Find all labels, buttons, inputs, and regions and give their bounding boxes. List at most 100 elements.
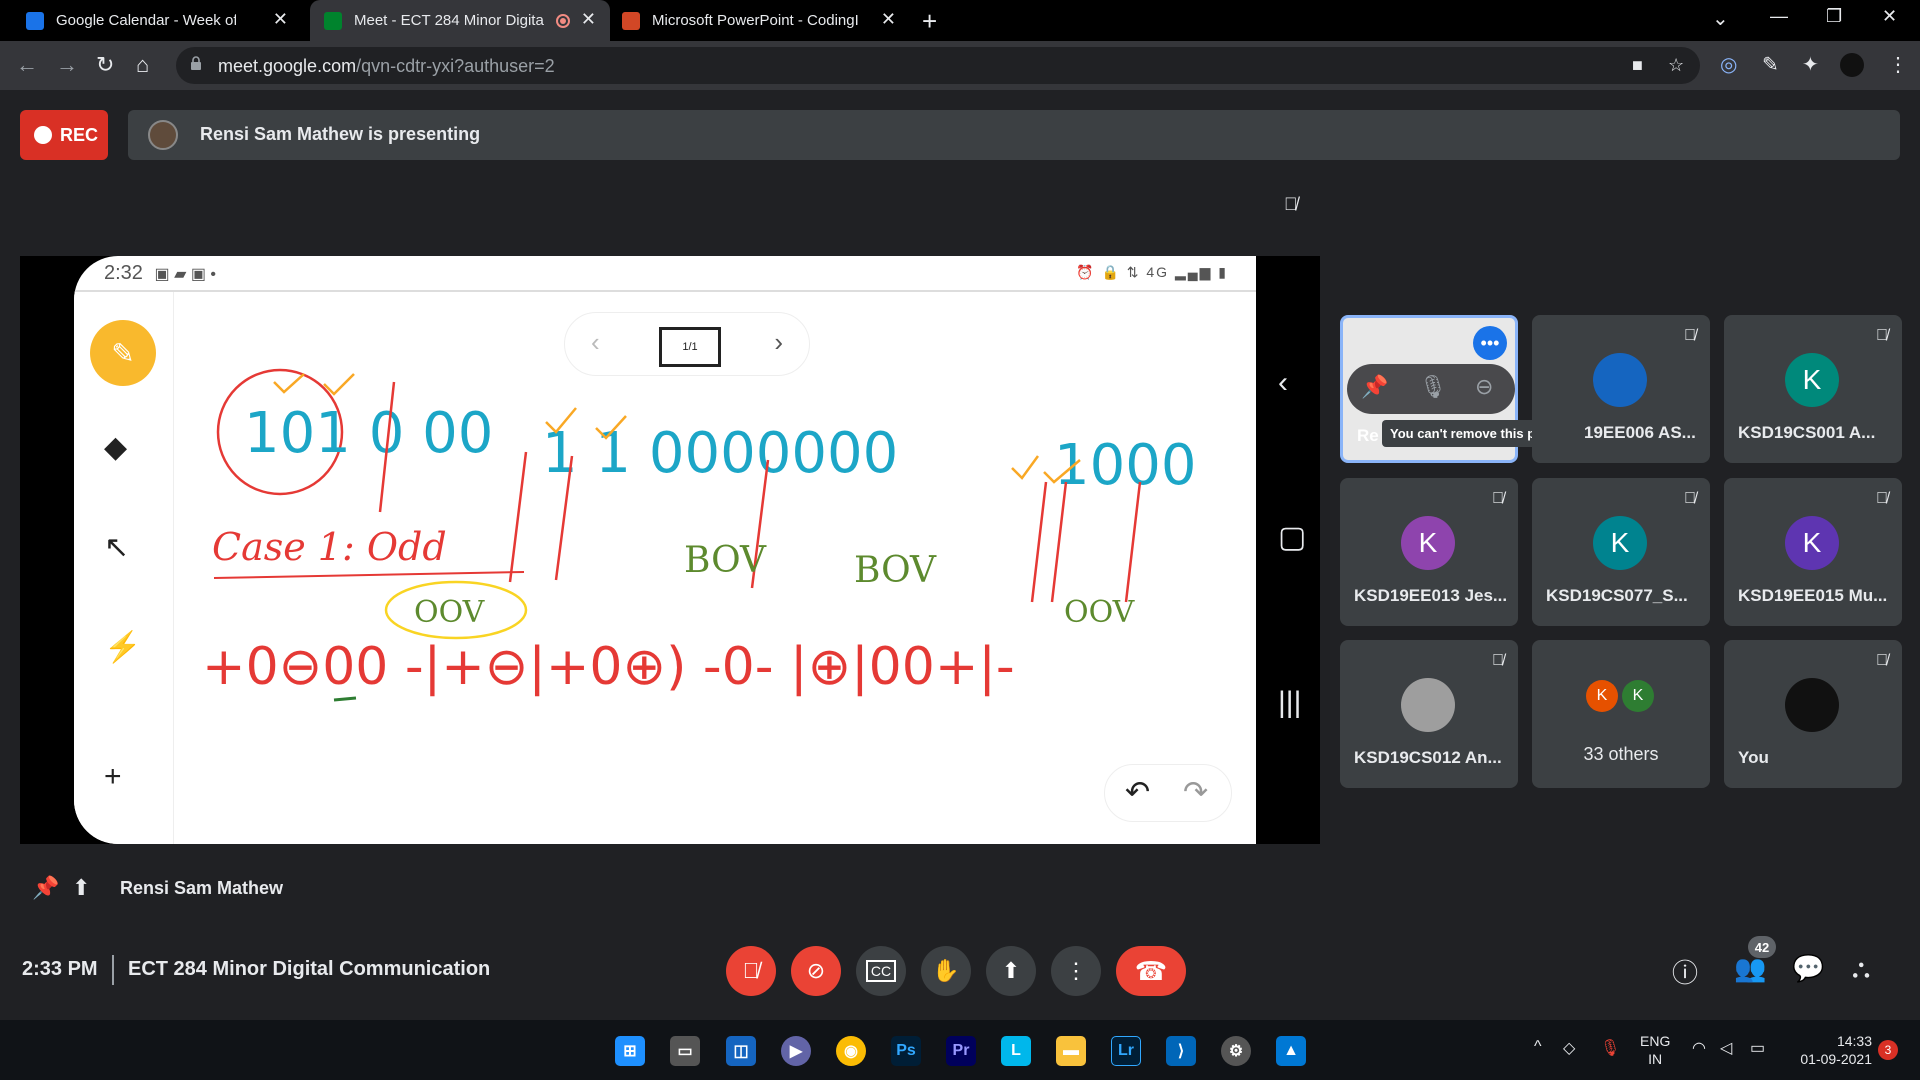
participant-tile[interactable]: 🎙̸ K KSD19EE013 Jes...: [1340, 478, 1518, 626]
notification-badge[interactable]: 3: [1878, 1040, 1898, 1060]
camera-off-icon: ⊘: [806, 958, 826, 983]
handwriting: 101 0 00 1 1 0000000 1000 Case 1: Odd BO…: [202, 368, 1197, 702]
phone-screen: 2:32 ▣ ▰ ▣ • ⏰ 🔒 ⇅ 4G ▂▄▆ ▮ ✎ ◆ ↖ ⚡ + ‹ …: [74, 256, 1256, 844]
vscode-icon[interactable]: ⟩: [1166, 1036, 1196, 1066]
photos-icon[interactable]: ▲: [1276, 1036, 1306, 1066]
present-screen-icon: ⬆: [72, 875, 91, 900]
people-icon[interactable]: 👥: [1734, 953, 1766, 984]
raise-hand-button[interactable]: ✋: [921, 946, 971, 996]
volume-icon[interactable]: ◁: [1720, 1038, 1732, 1058]
participant-tile[interactable]: 🎙̸ K KSD19CS077_S...: [1532, 478, 1710, 626]
language-indicator[interactable]: ENG IN: [1640, 1032, 1670, 1068]
file-explorer-icon[interactable]: ▬: [1056, 1036, 1086, 1066]
activities-icon[interactable]: ⛬: [1852, 953, 1870, 985]
window-close-icon[interactable]: ✕: [1882, 6, 1897, 27]
screen-root: Google Calendar - Week of Augu ✕ Meet - …: [0, 0, 1920, 1080]
add-icon[interactable]: +: [104, 760, 122, 794]
task-view-icon[interactable]: ▭: [670, 1036, 700, 1066]
tab-search-icon[interactable]: ⌄: [1712, 6, 1729, 31]
tab-powerpoint[interactable]: Microsoft PowerPoint - CodingI ✕: [610, 0, 910, 41]
participant-tile-others[interactable]: K K 33 others: [1532, 640, 1710, 788]
settings-icon[interactable]: ⚙: [1221, 1036, 1251, 1066]
back-icon[interactable]: ←: [16, 52, 38, 78]
dropbox-icon[interactable]: ◇: [1563, 1038, 1575, 1058]
select-arrow-icon[interactable]: ↖: [104, 530, 129, 565]
clock-date: 01-09-2021: [1800, 1051, 1872, 1067]
notification-icons: ▣ ▰ ▣ •: [154, 266, 216, 283]
close-icon[interactable]: ✕: [273, 9, 288, 30]
minimize-icon[interactable]: —: [1770, 6, 1788, 27]
presenting-banner: Rensi Sam Mathew is presenting: [128, 110, 1900, 160]
forward-icon[interactable]: →: [56, 52, 78, 78]
info-icon[interactable]: ⓘ: [1672, 953, 1698, 990]
windows-start-icon[interactable]: ⊞: [615, 1036, 645, 1066]
redo-icon[interactable]: ↷: [1183, 775, 1208, 810]
present-button[interactable]: ⬆: [986, 946, 1036, 996]
tab-google-calendar[interactable]: Google Calendar - Week of Augu ✕: [0, 0, 302, 41]
leave-call-button[interactable]: ☎: [1116, 946, 1186, 996]
widgets-icon[interactable]: ◫: [726, 1036, 756, 1066]
mic-off-icon: 🎙̸: [1876, 490, 1888, 507]
participant-avatar: K: [1785, 516, 1839, 570]
teams-chat-icon[interactable]: ▶: [781, 1036, 811, 1066]
reload-icon[interactable]: ↻: [96, 52, 114, 78]
oov-label-2: OOV: [1064, 595, 1136, 630]
binary-digits-2: 1 1 0000000: [542, 421, 898, 486]
participant-tile[interactable]: 🎙̸ K KSD19EE015 Mu...: [1724, 478, 1902, 626]
premiere-icon[interactable]: Pr: [946, 1036, 976, 1066]
battery-icon[interactable]: ▭: [1750, 1038, 1765, 1058]
more-options-button[interactable]: ⋮: [1051, 946, 1101, 996]
collapse-icon[interactable]: ‹: [1278, 366, 1288, 400]
participant-tile[interactable]: 🎙̸ KSD19CS012 An...: [1340, 640, 1518, 788]
camera-icon[interactable]: ■: [1632, 55, 1643, 76]
lens-icon[interactable]: L: [1001, 1036, 1031, 1066]
camera-toggle-button[interactable]: ⊘: [791, 946, 841, 996]
chrome-icon[interactable]: ◉: [836, 1036, 866, 1066]
system-clock[interactable]: 14:33 01-09-2021: [1796, 1032, 1872, 1068]
browser-tab-bar: Google Calendar - Week of Augu ✕ Meet - …: [0, 0, 1920, 41]
pin-icon[interactable]: 📌: [32, 875, 59, 901]
remove-icon: ⊖: [1475, 374, 1494, 399]
profile-avatar[interactable]: [1840, 53, 1864, 77]
home-square-icon[interactable]: ▢: [1278, 520, 1306, 555]
home-icon[interactable]: ⌂: [136, 52, 149, 78]
recents-icon[interactable]: |||: [1278, 686, 1301, 720]
participant-tile[interactable]: 🎙̸ K KSD19CS001 A...: [1724, 315, 1902, 463]
recording-badge: REC: [20, 110, 108, 160]
pen-tool-icon[interactable]: ✎: [90, 320, 156, 386]
pin-icon[interactable]: 📌: [1361, 374, 1388, 400]
mic-off-icon: 🎙̸: [1876, 327, 1888, 344]
menu-icon[interactable]: ⋮: [1888, 52, 1908, 77]
tray-chevron-icon[interactable]: ^: [1534, 1038, 1542, 1056]
lightroom-icon[interactable]: Lr: [1111, 1036, 1141, 1066]
restore-icon[interactable]: ❐: [1826, 6, 1842, 27]
participant-avatar: K: [1622, 680, 1654, 712]
chat-icon[interactable]: 💬: [1792, 953, 1824, 984]
close-icon[interactable]: ✕: [881, 9, 896, 30]
tab-meet[interactable]: Meet - ECT 284 Minor Digita ✕: [310, 0, 610, 41]
participant-name: KSD19CS012 An...: [1354, 748, 1502, 767]
photoshop-icon[interactable]: Ps: [891, 1036, 921, 1066]
whiteboard-canvas[interactable]: ‹ 1/1 › 101 0 00 1 1 0000000 1000 Case 1…: [174, 292, 1256, 844]
mic-in-use-icon[interactable]: 🎙: [1600, 1038, 1620, 1058]
address-bar[interactable]: meet.google.com/qvn-cdtr-yxi?authuser=2 …: [176, 47, 1700, 84]
extension-icon[interactable]: ◎: [1720, 52, 1737, 77]
participant-tile-self[interactable]: 🎙̸ You: [1724, 640, 1902, 788]
lang-line-2: IN: [1648, 1051, 1663, 1067]
present-icon: ⬆: [1001, 958, 1021, 983]
green-dash: [333, 696, 357, 702]
new-tab-icon[interactable]: +: [922, 6, 937, 37]
oov-label-1: OOV: [414, 595, 486, 630]
more-options-icon[interactable]: •••: [1473, 326, 1507, 360]
laser-icon[interactable]: ⚡: [104, 630, 141, 665]
mic-toggle-button[interactable]: 🎙̸: [726, 946, 776, 996]
participant-tile[interactable]: 🎙̸ 19EE006 AS...: [1532, 315, 1710, 463]
pen-extension-icon[interactable]: ✎: [1762, 52, 1779, 77]
wifi-icon[interactable]: ◠: [1692, 1038, 1706, 1058]
captions-button[interactable]: CC: [856, 946, 906, 996]
puzzle-icon[interactable]: ✦: [1802, 52, 1819, 77]
bookmark-star-icon[interactable]: ☆: [1668, 55, 1684, 76]
eraser-icon[interactable]: ◆: [104, 430, 127, 465]
close-icon[interactable]: ✕: [581, 9, 596, 30]
undo-icon[interactable]: ↶: [1125, 775, 1150, 810]
